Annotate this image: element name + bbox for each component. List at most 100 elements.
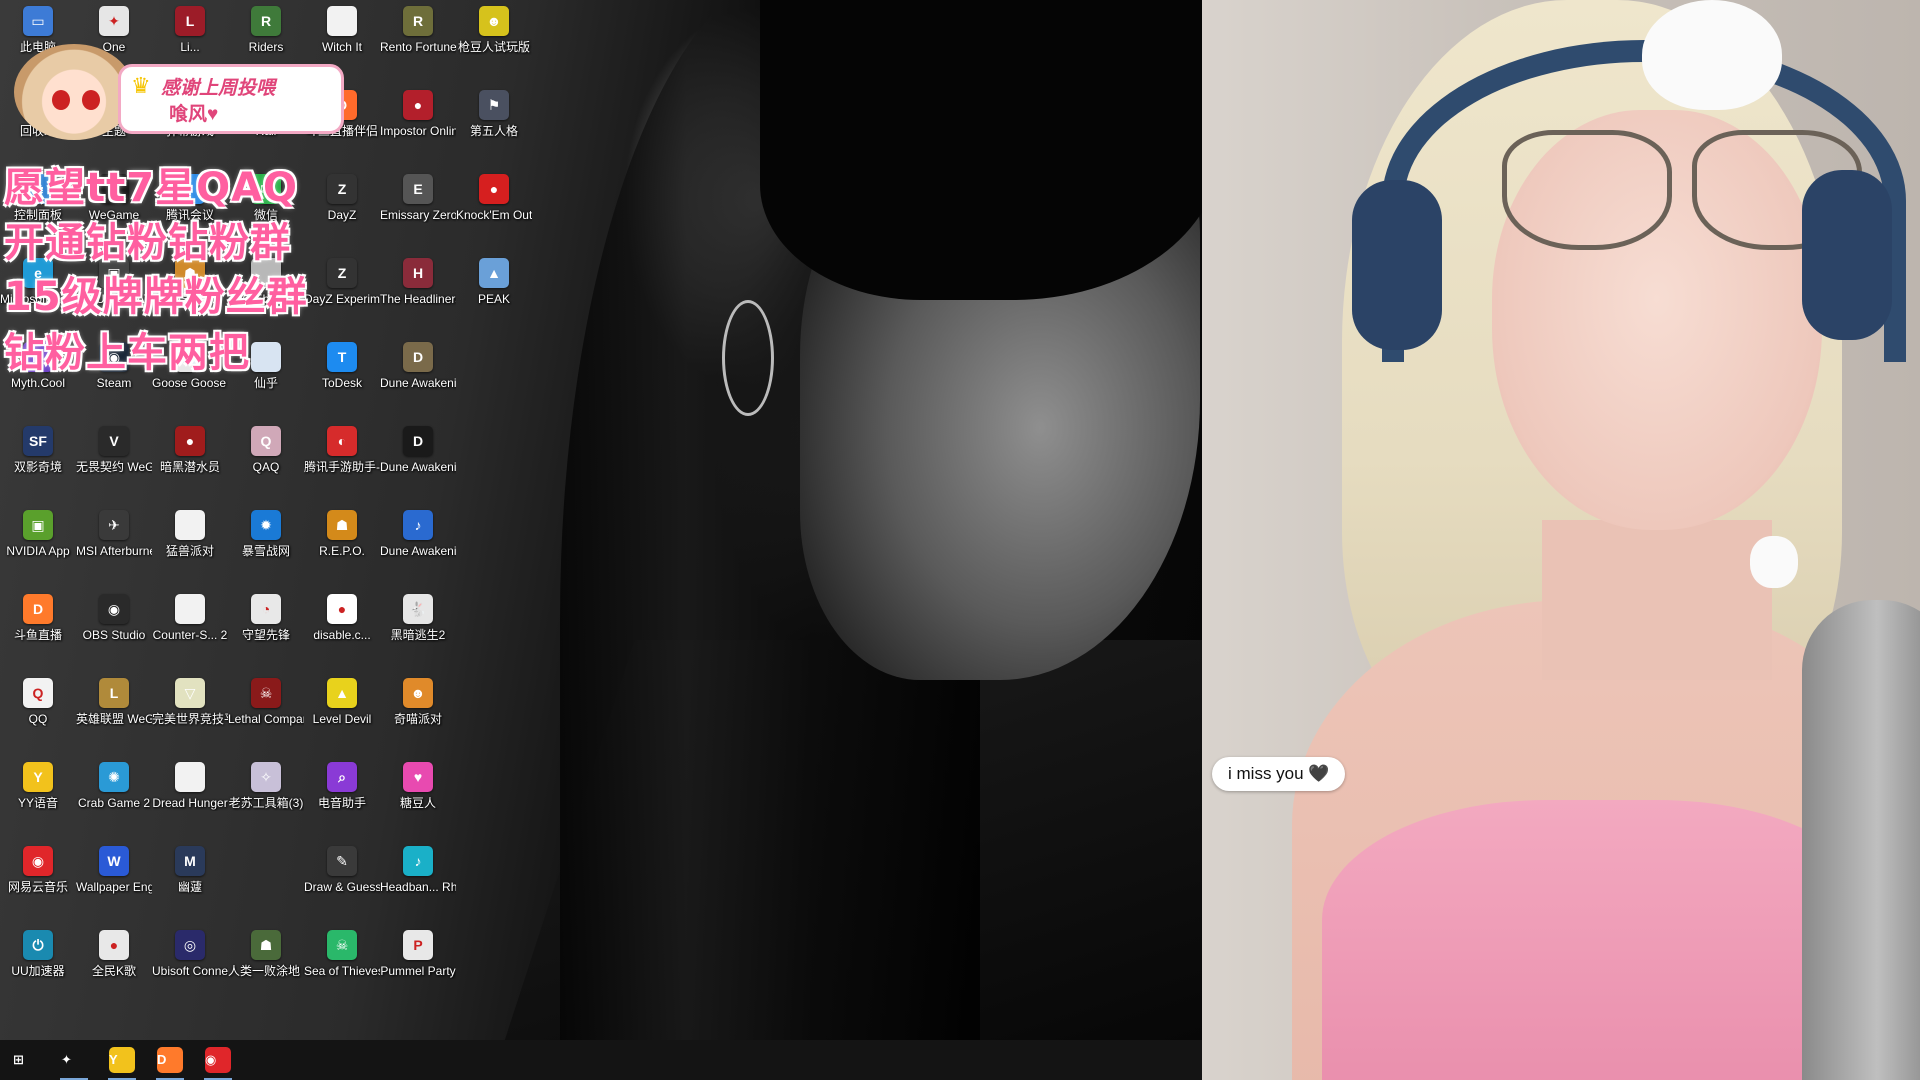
game-icon: ☗	[327, 510, 357, 540]
icon-the-headliners[interactable]: H The Headliners	[380, 254, 456, 336]
icon-nvidia-app[interactable]: ▣ NVIDIA App	[0, 506, 76, 588]
icon-tencent-mobile[interactable]: ◐ 腾讯手游助手-畅玩手机...	[304, 422, 380, 504]
icon-ubisoft-connect[interactable]: ◎ Ubisoft Connect	[152, 926, 228, 1008]
file-icon: ●	[327, 594, 357, 624]
icon-uu-accelerator[interactable]: ⏻ UU加速器	[0, 926, 76, 1008]
icon-netease-music[interactable]: ◉ 网易云音乐	[0, 842, 76, 924]
icon-douyu[interactable]: D 斗鱼直播	[0, 590, 76, 672]
icon-dayz-experimental[interactable]: Z DayZ Experimen...	[304, 254, 380, 336]
icon-label: 奇喵派对	[393, 712, 442, 726]
icon-qq[interactable]: Q QQ	[0, 674, 76, 756]
icon-label: 无畏契约 WeGame版	[76, 460, 152, 474]
icon-obs[interactable]: ◉ OBS Studio	[76, 590, 152, 672]
overlay-text-diamond-group: 开通钻粉钻粉群	[4, 220, 291, 266]
icon-dune-awakening-3[interactable]: ♪ Dune Awakening...	[380, 506, 456, 588]
icon-draw-guess[interactable]: ✎ Draw & Guess - 你...	[304, 842, 380, 924]
file-icon	[175, 510, 205, 540]
icon-qiangdouren-demo[interactable]: ☻ 枪豆人试玩版	[456, 2, 532, 84]
icon-identity-v[interactable]: ⚑ 第五人格	[456, 86, 532, 168]
icon-label: Dune Awakening...	[380, 544, 456, 558]
app-icon: ◐	[327, 426, 357, 456]
icon-cat-party[interactable]: ☻ 奇喵派对	[380, 674, 456, 756]
icon-emissary-zero[interactable]: E Emissary Zero	[380, 170, 456, 252]
icon-disable[interactable]: ● disable.c...	[304, 590, 380, 672]
icon-yy[interactable]: Y YY语音	[0, 758, 76, 840]
icon-toolbox[interactable]: ✧ 老苏工具箱(3)	[228, 758, 304, 840]
game-icon: L	[99, 678, 129, 708]
overlay-text-wish: 愿望tt7星QAQ	[4, 165, 299, 211]
icon-label: Wallpaper Engine: ...	[76, 880, 152, 894]
icon-dark-escape-2[interactable]: 🐇 黑暗逃生2	[380, 590, 456, 672]
icon-knockem-out[interactable]: ● Knock'Em Out	[456, 170, 532, 252]
icon-perfect-world[interactable]: ▽ 完美世界竞技平台	[152, 674, 228, 756]
anime-avatar	[14, 44, 134, 140]
icon-todesk[interactable]: T ToDesk	[304, 338, 380, 420]
icon-peak[interactable]: ▲ PEAK	[456, 254, 532, 336]
game-icon: R	[251, 6, 281, 36]
icon-valorant[interactable]: V 无畏契约 WeGame版	[76, 422, 152, 504]
taskbar-yy[interactable]: Y	[98, 1040, 146, 1080]
icon-label: Counter-S... 2	[152, 628, 228, 642]
icon-pummel-party[interactable]: P Pummel Party	[380, 926, 456, 1008]
icon-sea-of-thieves[interactable]: ☠ Sea of Thieves	[304, 926, 380, 1008]
icon-label: Witch It	[321, 40, 362, 54]
taskbar-netease-music[interactable]: ◉	[194, 1040, 242, 1080]
icon-lethal-company[interactable]: ☠ Lethal Company	[228, 674, 304, 756]
icon-rento-fortune[interactable]: R Rento Fortune -...	[380, 2, 456, 84]
game-icon: ◔	[251, 594, 281, 624]
icon-dune-awakening-2[interactable]: D Dune Awakeni...	[380, 422, 456, 504]
icon-split-fiction[interactable]: SF 双影奇境	[0, 422, 76, 504]
icon-crab-game-2[interactable]: ✺ Crab Game 2	[76, 758, 152, 840]
icon-label: PEAK	[477, 292, 510, 306]
game-icon: D	[403, 426, 433, 456]
taskbar-one[interactable]: ✦	[50, 1040, 98, 1080]
icon-level-devil[interactable]: ▲ Level Devil	[304, 674, 380, 756]
icon-cs2[interactable]: Counter-S... 2	[152, 590, 228, 672]
icon-human-fall-flat[interactable]: ☗ 人类一败涂地 Human Fa...	[228, 926, 304, 1008]
icon-qaq[interactable]: Q QAQ	[228, 422, 304, 504]
app-icon: ●	[99, 930, 129, 960]
icon-quanmin-k[interactable]: ● 全民K歌	[76, 926, 152, 1008]
app-icon: ✈	[99, 510, 129, 540]
icon-dark-diver[interactable]: ● 暗黑潜水员	[152, 422, 228, 504]
icon-msi-afterburner[interactable]: ✈ MSI Afterburner	[76, 506, 152, 588]
obs-icon: ◉	[99, 594, 129, 624]
donation-name-text: 喰风♥	[169, 104, 219, 125]
game-icon: ▲	[327, 678, 357, 708]
app-icon: L	[175, 6, 205, 36]
game-icon: V	[99, 426, 129, 456]
taskbar: ⊞ ✦ Y D ◉	[0, 1040, 1202, 1080]
icon-impostor-online[interactable]: ● Impostor Online	[380, 86, 456, 168]
icon-headbangers[interactable]: ♪ Headban... Rhythm R...	[380, 842, 456, 924]
icon-party-animals[interactable]: 猛兽派对	[152, 506, 228, 588]
taskbar-douyu[interactable]: D	[146, 1040, 194, 1080]
icon-label: ToDesk	[321, 376, 362, 390]
icon-label: Rento Fortune -...	[380, 40, 456, 54]
icon-overwatch[interactable]: ◔ 守望先锋	[228, 590, 304, 672]
icon-fall-guys[interactable]: ♥ 糖豆人	[380, 758, 456, 840]
icon-repo[interactable]: ☗ R.E.P.O.	[304, 506, 380, 588]
icon-label: UU加速器	[11, 964, 65, 978]
app-icon: ✧	[251, 762, 281, 792]
icon-label: 暗黑潜水员	[159, 460, 220, 474]
streamer-neck	[1542, 520, 1772, 680]
icon-battlenet[interactable]: ✹ 暴雪战网	[228, 506, 304, 588]
icon-wallpaper-engine[interactable]: W Wallpaper Engine: ...	[76, 842, 152, 924]
icon-youqu[interactable]: M 幽蘧	[152, 842, 228, 924]
start-button[interactable]: ⊞	[2, 1040, 50, 1080]
icon-label: Draw & Guess - 你...	[304, 880, 380, 894]
app-icon: T	[327, 342, 357, 372]
icon-dune-awakening-1[interactable]: D Dune Awakeni...	[380, 338, 456, 420]
game-icon: P	[403, 930, 433, 960]
microphone	[1802, 600, 1920, 1080]
icon-dianyin[interactable]: ⌕ 电音助手	[304, 758, 380, 840]
chat-bubble: i miss you 🖤	[1212, 757, 1346, 791]
icon-dread-hunger[interactable]: Dread Hunger	[152, 758, 228, 840]
icon-label: 电音助手	[317, 796, 366, 810]
icon-dayz[interactable]: Z DayZ	[304, 170, 380, 252]
desktop[interactable]: ▭ 此电脑 ✦ One L Li... R Riders Witch It R Rento Fort…	[0, 0, 1202, 1040]
icon-lol[interactable]: L 英雄联盟 WeGame版	[76, 674, 152, 756]
icon-label: 猛兽派对	[165, 544, 214, 558]
game-icon: D	[403, 342, 433, 372]
game-icon: H	[403, 258, 433, 288]
